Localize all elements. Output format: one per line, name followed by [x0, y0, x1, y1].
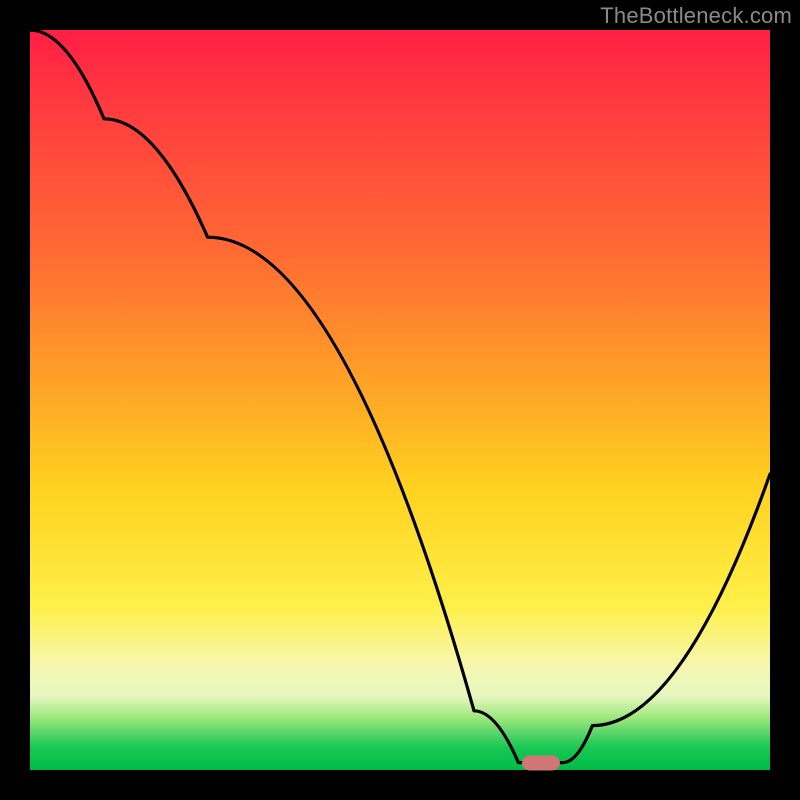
- curve-path: [30, 30, 770, 763]
- bottleneck-curve: [30, 30, 770, 770]
- optimal-marker: [522, 755, 560, 770]
- plot-area: [30, 30, 770, 770]
- watermark-text: TheBottleneck.com: [600, 3, 792, 29]
- chart-frame: TheBottleneck.com: [0, 0, 800, 800]
